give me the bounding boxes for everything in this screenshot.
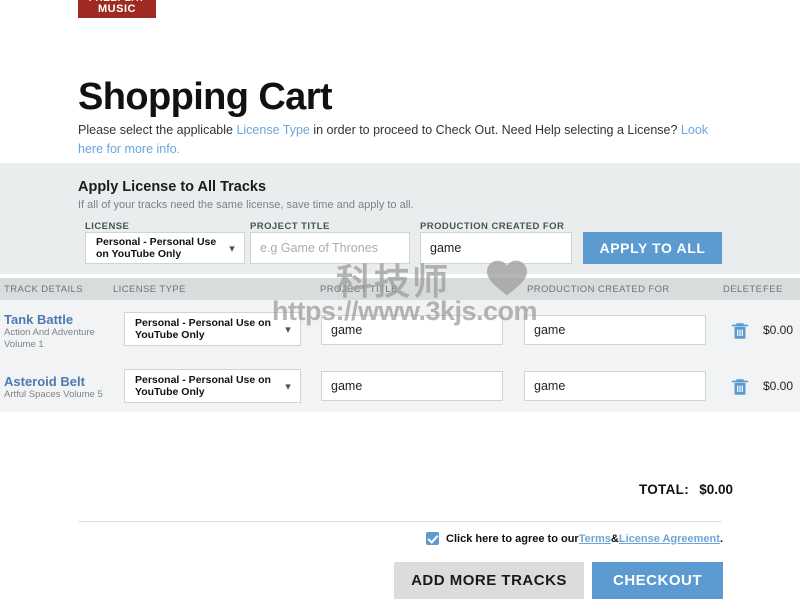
row-license-select-1[interactable]: Personal - Personal Use on YouTube Only … [124, 369, 301, 403]
row-project-title-input-1[interactable] [321, 371, 503, 401]
apply-license-select-value: Personal - Personal Use on YouTube Only [96, 236, 217, 260]
apply-production-label: PRODUCTION CREATED FOR [420, 221, 565, 232]
license-agreement-link[interactable]: License Agreement [619, 533, 720, 545]
column-header-project-title: PROJECT TITLE [320, 284, 398, 295]
terms-text-before: Click here to agree to our [446, 532, 579, 545]
column-header-production-created-for: PRODUCTION CREATED FOR [527, 284, 670, 295]
apply-project-title-label: PROJECT TITLE [250, 221, 330, 232]
shopping-cart-page: FREEPLAY MUSIC Shopping Cart Please sele… [0, 0, 800, 615]
add-more-tracks-button[interactable]: ADD MORE TRACKS [394, 562, 584, 599]
terms-agreement-row: Click here to agree to our Terms & Licen… [426, 532, 723, 545]
row-license-select-0[interactable]: Personal - Personal Use on YouTube Only … [124, 312, 301, 346]
trash-icon[interactable] [729, 320, 751, 342]
row-fee-1: $0.00 [763, 379, 794, 393]
intro-text-2: in order to proceed to Check Out. Need H… [309, 122, 681, 137]
apply-license-subheading: If all of your tracks need the same lice… [78, 199, 414, 211]
total-value: $0.00 [699, 482, 733, 497]
terms-checkbox[interactable] [426, 532, 440, 545]
column-header-license-type: LICENSE TYPE [113, 284, 186, 295]
chevron-down-icon: ▾ [229, 242, 235, 255]
intro-paragraph: Please select the applicable License Typ… [78, 121, 728, 159]
row-project-title-input-0[interactable] [321, 315, 503, 345]
divider [78, 521, 722, 522]
chevron-down-icon: ▾ [285, 323, 291, 336]
apply-production-input[interactable] [420, 232, 572, 264]
table-row-track-name[interactable]: Tank Battle [4, 312, 73, 327]
chevron-down-icon: ▾ [285, 380, 291, 393]
column-header-fee: FEE [763, 284, 783, 295]
terms-link[interactable]: Terms [579, 533, 611, 545]
column-header-track-details: TRACK DETAILS [4, 284, 83, 295]
row-production-input-0[interactable] [524, 315, 706, 345]
apply-license-heading: Apply License to All Tracks [78, 179, 267, 195]
license-type-link[interactable]: License Type [236, 123, 309, 137]
apply-license-label: LICENSE [85, 221, 130, 232]
row-fee-0: $0.00 [763, 323, 794, 337]
table-row-track-album: Artful Spaces Volume 5 [4, 389, 103, 400]
row-license-select-value-1: Personal - Personal Use on YouTube Only [135, 374, 271, 398]
logo-line-2: MUSIC [98, 3, 136, 15]
logo-line-1: FREEPLAY [89, 0, 145, 4]
table-row-track-album: Action And Adventure Volume 1 [4, 327, 95, 350]
checkout-button[interactable]: CHECKOUT [592, 562, 723, 599]
intro-text-1: Please select the applicable [78, 122, 237, 137]
terms-text-after: . [719, 532, 723, 545]
apply-license-select[interactable]: Personal - Personal Use on YouTube Only … [85, 232, 245, 264]
column-header-delete: DELETE [723, 284, 763, 295]
total-label: TOTAL: [638, 482, 689, 497]
trash-icon[interactable] [729, 376, 751, 398]
apply-project-title-input[interactable] [250, 232, 410, 264]
page-title: Shopping Cart [78, 76, 333, 119]
logo-badge: FREEPLAY MUSIC [78, 0, 156, 18]
row-production-input-1[interactable] [524, 371, 706, 401]
apply-to-all-button[interactable]: APPLY TO ALL [583, 232, 722, 264]
table-row-track-name[interactable]: Asteroid Belt [4, 374, 85, 389]
site-logo[interactable]: FREEPLAY MUSIC [78, 0, 156, 18]
terms-separator: & [610, 532, 619, 545]
row-license-select-value-0: Personal - Personal Use on YouTube Only [135, 317, 271, 341]
